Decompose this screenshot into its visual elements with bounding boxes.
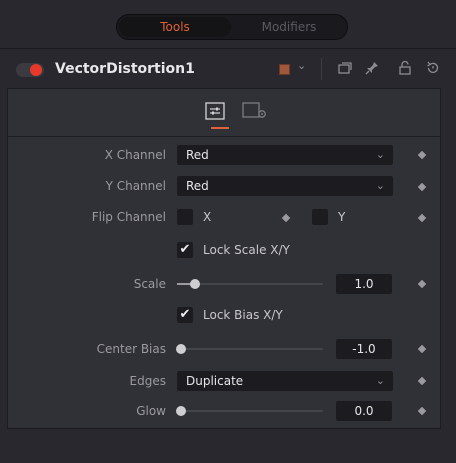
edges-label: Edges bbox=[129, 374, 166, 388]
lock-bias-checkbox[interactable]: ✔ bbox=[177, 307, 193, 323]
flip-x-checkbox[interactable] bbox=[177, 209, 193, 225]
tab-switch: Tools Modifiers bbox=[116, 14, 348, 40]
scale-input[interactable]: 1.0 bbox=[336, 274, 392, 294]
scale-slider-knob[interactable] bbox=[190, 279, 200, 289]
center-bias-label: Center Bias bbox=[96, 342, 166, 356]
flip-channel-label: Flip Channel bbox=[91, 210, 166, 224]
y-channel-value: Red bbox=[186, 179, 209, 193]
x-channel-label: X Channel bbox=[104, 148, 166, 162]
tool-enable-toggle[interactable] bbox=[16, 63, 44, 77]
chevron-down-icon: ⌄ bbox=[375, 374, 385, 387]
glow-label: Glow bbox=[136, 404, 166, 418]
settings-icon[interactable] bbox=[242, 102, 268, 120]
edges-select[interactable]: Duplicate ⌄ bbox=[177, 371, 393, 391]
glow-slider[interactable] bbox=[177, 410, 323, 412]
tab-tools[interactable]: Tools bbox=[119, 17, 231, 37]
pin-icon[interactable] bbox=[364, 60, 380, 76]
edges-value: Duplicate bbox=[186, 374, 244, 388]
chevron-down-icon: ⌄ bbox=[375, 148, 385, 161]
panel-tabs-divider bbox=[8, 136, 440, 137]
scale-label: Scale bbox=[133, 277, 166, 291]
tool-name: VectorDistortion1 bbox=[55, 61, 195, 77]
lock-scale-label: Lock Scale X/Y bbox=[203, 243, 290, 257]
lock-icon[interactable] bbox=[397, 60, 413, 76]
color-swatch[interactable] bbox=[279, 64, 290, 75]
y-channel-select[interactable]: Red ⌄ bbox=[177, 176, 393, 196]
chevron-down-icon: ⌄ bbox=[375, 179, 385, 192]
flip-y-checkbox[interactable] bbox=[312, 209, 328, 225]
controls-icon[interactable] bbox=[205, 102, 225, 120]
checkmark-icon: ✔ bbox=[179, 242, 191, 257]
reset-icon[interactable] bbox=[425, 60, 441, 76]
center-bias-input[interactable]: -1.0 bbox=[336, 339, 392, 359]
tab-modifiers[interactable]: Modifiers bbox=[233, 17, 345, 37]
flip-y-label: Y bbox=[338, 210, 346, 224]
toggle-dot bbox=[30, 64, 42, 76]
window-icon[interactable] bbox=[337, 60, 353, 76]
lock-bias-label: Lock Bias X/Y bbox=[203, 308, 283, 322]
center-bias-slider-knob[interactable] bbox=[176, 344, 186, 354]
header-separator bbox=[321, 58, 322, 80]
y-channel-label: Y Channel bbox=[105, 179, 166, 193]
center-bias-slider[interactable] bbox=[177, 348, 323, 350]
chevron-down-icon[interactable]: ⌄ bbox=[297, 59, 306, 72]
x-channel-select[interactable]: Red ⌄ bbox=[177, 145, 393, 165]
glow-slider-knob[interactable] bbox=[176, 406, 186, 416]
lock-scale-checkbox[interactable]: ✔ bbox=[177, 242, 193, 258]
flip-x-label: X bbox=[203, 210, 212, 224]
divider bbox=[0, 48, 456, 49]
active-tab-indicator bbox=[211, 127, 229, 129]
checkmark-icon: ✔ bbox=[179, 307, 191, 322]
glow-input[interactable]: 0.0 bbox=[336, 401, 392, 421]
x-channel-value: Red bbox=[186, 148, 209, 162]
